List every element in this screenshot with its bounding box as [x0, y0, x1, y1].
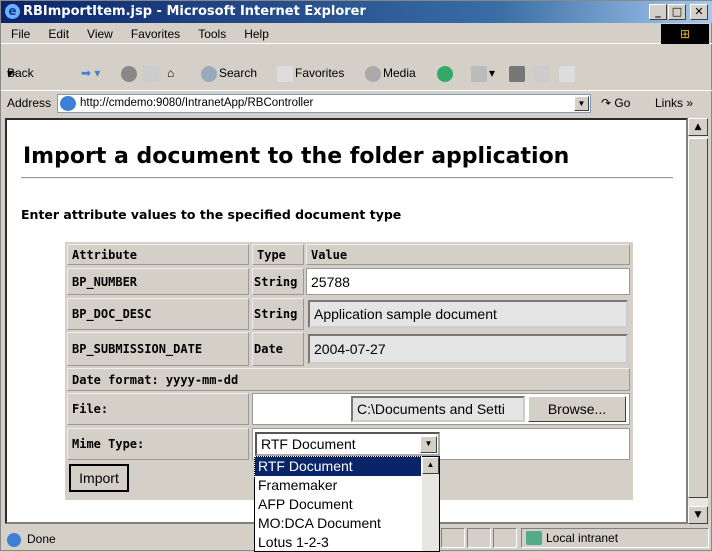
mime-option-modca[interactable]: MO:DCA Document [255, 514, 421, 533]
forward-button[interactable]: ➡ ▾ [81, 61, 100, 85]
edit-icon [533, 65, 549, 82]
close-button[interactable]: ✕ [690, 4, 708, 20]
browse-button[interactable]: Browse... [528, 396, 626, 422]
header-type: Type [252, 244, 304, 265]
done-page-icon [7, 533, 21, 547]
mime-option-afp[interactable]: AFP Document [255, 495, 421, 514]
status-panel [493, 528, 517, 548]
address-dropdown-button[interactable]: ▼ [574, 96, 589, 111]
list-scroll-up-button[interactable]: ▲ [422, 457, 439, 474]
address-bar: Address http://cmdemo:9080/IntranetApp/R… [1, 90, 712, 114]
zone-panel: Local intranet [521, 528, 709, 548]
header-value: Value [306, 244, 630, 265]
type-bp-doc-desc: String [252, 298, 304, 330]
address-url: http://cmdemo:9080/IntranetApp/RBControl… [80, 97, 314, 109]
mime-type-select[interactable]: RTF Document ▼ [255, 432, 440, 456]
date-format-note: Date format: yyyy-mm-dd [67, 368, 630, 391]
refresh-icon [143, 65, 159, 82]
mime-dropdown-button[interactable]: ▼ [420, 436, 437, 453]
history-icon [437, 65, 453, 82]
scroll-down-button[interactable]: ▼ [688, 506, 708, 524]
edit-button[interactable] [533, 61, 551, 85]
toolbar: ⇐ Back ▾ ➡ ▾ ⌂ Search Favorites Media ▾ [1, 61, 712, 85]
import-button[interactable]: Import [69, 464, 129, 492]
mime-type-label: Mime Type: [67, 428, 249, 460]
bp-submission-date-input[interactable]: 2004-07-27 [308, 334, 628, 364]
title-bar: RBImportItem.jsp - Microsoft Internet Ex… [1, 1, 712, 23]
maximize-button[interactable]: □ [668, 4, 686, 20]
address-label: Address [7, 96, 52, 110]
file-cell: C:\Documents and Setti Browse... [252, 393, 630, 425]
media-button[interactable]: Media [365, 61, 416, 85]
page-heading: Import a document to the folder applicat… [23, 144, 570, 169]
list-scrollbar[interactable]: ▲ [422, 457, 439, 551]
intranet-icon [526, 531, 542, 545]
media-icon [365, 65, 381, 82]
divider [21, 177, 673, 179]
ie-icon: e [5, 4, 20, 19]
address-input[interactable]: http://cmdemo:9080/IntranetApp/RBControl… [57, 94, 591, 113]
print-icon [509, 65, 525, 82]
minimize-button[interactable]: _ [649, 4, 667, 20]
mime-option-rtf[interactable]: RTF Document [254, 456, 422, 477]
scroll-thumb[interactable] [688, 138, 708, 498]
menu-help[interactable]: Help [244, 27, 269, 41]
mail-button[interactable]: ▾ [471, 61, 495, 85]
file-label: File: [67, 393, 249, 425]
favorites-icon [277, 65, 293, 82]
page-subtitle: Enter attribute values to the specified … [21, 207, 402, 222]
history-button[interactable] [437, 61, 455, 85]
menu-view[interactable]: View [87, 27, 113, 41]
menu-tools[interactable]: Tools [198, 27, 226, 41]
stop-icon [121, 65, 137, 82]
mime-option-framemaker[interactable]: Framemaker [255, 476, 421, 495]
mail-icon [471, 65, 487, 82]
attr-bp-submission-date: BP_SUBMISSION_DATE [67, 332, 249, 366]
mime-option-lotus[interactable]: Lotus 1-2-3 [255, 533, 421, 552]
links-button[interactable]: Links » [655, 91, 693, 115]
window-title: RBImportItem.jsp - Microsoft Internet Ex… [23, 4, 366, 19]
discuss-button[interactable] [559, 61, 577, 85]
status-text: Done [27, 532, 56, 546]
type-bp-number: String [252, 268, 304, 295]
search-button[interactable]: Search [201, 61, 257, 85]
go-button[interactable]: ↷ Go [601, 91, 630, 115]
page-icon [60, 96, 76, 111]
go-arrow-icon: ↷ [601, 96, 612, 110]
vertical-scrollbar[interactable]: ▲ ▼ [688, 118, 708, 524]
discuss-icon [559, 65, 575, 82]
zone-text: Local intranet [546, 531, 619, 545]
file-path-input[interactable]: C:\Documents and Setti [351, 396, 525, 422]
back-button[interactable]: ⇐ Back ▾ [7, 61, 34, 85]
menu-favorites[interactable]: Favorites [131, 27, 180, 41]
windows-logo-icon: ⊞ [661, 24, 709, 44]
bp-number-input[interactable]: 25788 [306, 268, 630, 295]
status-panel [441, 528, 465, 548]
stop-button[interactable] [121, 61, 139, 85]
attr-bp-doc-desc: BP_DOC_DESC [67, 298, 249, 330]
refresh-button[interactable] [143, 61, 161, 85]
scroll-up-button[interactable]: ▲ [688, 118, 708, 136]
mime-type-dropdown-list: RTF Document Framemaker AFP Document MO:… [254, 456, 440, 552]
print-button[interactable] [509, 61, 527, 85]
bp-doc-desc-input[interactable]: Application sample document [308, 300, 628, 328]
header-attribute: Attribute [67, 244, 249, 265]
type-bp-submission-date: Date [252, 332, 304, 366]
favorites-button[interactable]: Favorites [277, 61, 344, 85]
search-icon [201, 65, 217, 82]
status-panel [467, 528, 491, 548]
menu-bar: File Edit View Favorites Tools Help [1, 24, 712, 44]
home-icon: ⌂ [167, 66, 175, 80]
menu-edit[interactable]: Edit [48, 27, 69, 41]
menu-file[interactable]: File [11, 27, 30, 41]
attr-bp-number: BP_NUMBER [67, 268, 249, 295]
